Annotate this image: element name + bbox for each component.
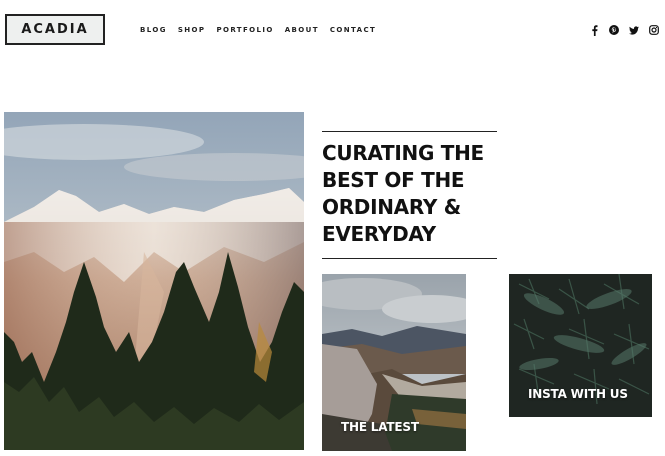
hero-image[interactable] <box>4 112 304 450</box>
facebook-icon[interactable] <box>589 24 599 36</box>
main-nav: BLOG SHOP PORTFOLIO ABOUT CONTACT <box>140 26 387 34</box>
page-headline: CURATING THE BEST OF THE ORDINARY & EVER… <box>322 141 484 246</box>
instagram-icon[interactable] <box>649 25 659 35</box>
latest-label: THE LATEST <box>341 420 419 434</box>
insta-card[interactable]: INSTA WITH US <box>509 274 652 417</box>
logo-text: ACADIA <box>21 22 89 37</box>
twitter-icon[interactable] <box>629 25 639 35</box>
latest-card[interactable]: THE LATEST <box>322 274 466 451</box>
nav-portfolio[interactable]: PORTFOLIO <box>216 26 273 34</box>
nav-contact[interactable]: CONTACT <box>330 26 376 34</box>
nav-about[interactable]: ABOUT <box>285 26 319 34</box>
headline-block: CURATING THE BEST OF THE ORDINARY & EVER… <box>322 131 497 259</box>
nav-blog[interactable]: BLOG <box>140 26 167 34</box>
nav-shop[interactable]: SHOP <box>178 26 206 34</box>
social-links <box>589 24 659 36</box>
logo[interactable]: ACADIA <box>5 14 105 45</box>
insta-label: INSTA WITH US <box>528 387 628 401</box>
pinterest-icon[interactable] <box>609 25 619 35</box>
